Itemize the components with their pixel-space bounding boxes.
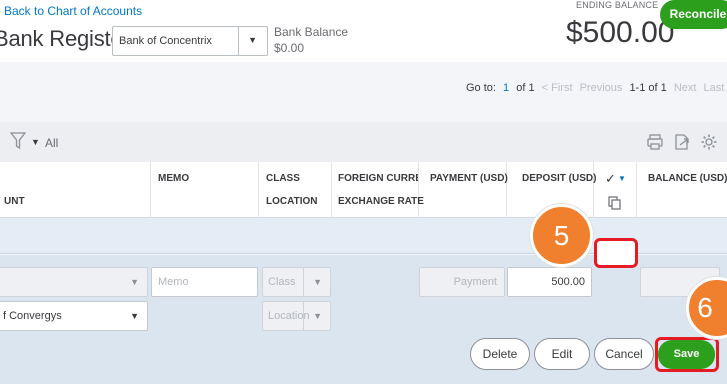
next-page-link[interactable]: Next [674, 82, 697, 94]
page-title: Bank Register [0, 26, 130, 51]
pager: Go to: 1 of 1 < First Previous 1-1 of 1 … [466, 82, 727, 94]
page-range: 1-1 of 1 [629, 82, 667, 94]
filter-caret-icon[interactable]: ▼ [31, 137, 40, 147]
payment-input[interactable]: Payment [419, 267, 505, 297]
gear-icon[interactable] [700, 133, 718, 151]
print-icon[interactable] [646, 133, 664, 151]
column-divider [258, 162, 259, 218]
reconcile-button[interactable]: Reconcile [660, 0, 727, 29]
ending-balance-value: $500.00 [566, 16, 675, 49]
step-badge: 5 [530, 204, 593, 267]
goto-label: Go to: [466, 82, 496, 94]
column-account[interactable]: UNT [4, 196, 25, 207]
deposit-value: 500.00 [551, 276, 585, 288]
back-to-chart-of-accounts-link[interactable]: Back to Chart of Accounts [4, 4, 142, 18]
payee-select[interactable]: f Convergys ▼ [0, 301, 148, 331]
select-divider [303, 268, 304, 296]
first-page-link[interactable]: < First [542, 82, 573, 94]
bank-balance-label: Bank Balance [274, 25, 349, 39]
last-page-link[interactable]: Last > [704, 82, 727, 94]
chevron-down-icon: ▼ [248, 35, 257, 45]
filter-value: All [45, 136, 59, 150]
column-class[interactable]: CLASS [266, 173, 300, 184]
column-exchange-rate[interactable]: EXCHANGE RATE [338, 196, 424, 207]
cleared-caret-icon[interactable]: ▼ [618, 174, 626, 183]
chevron-down-icon: ▼ [130, 311, 139, 321]
location-select[interactable]: Location ▼ [262, 301, 331, 331]
payee-value: f Convergys [3, 310, 62, 322]
chevron-down-icon: ▼ [130, 277, 139, 287]
column-balance[interactable]: BALANCE (USD) [648, 173, 727, 184]
goto-page-input[interactable]: 1 [503, 82, 509, 94]
chevron-down-icon: ▼ [313, 311, 322, 321]
page-of-label: of 1 [516, 82, 535, 94]
filter-icon[interactable] [10, 132, 26, 150]
class-placeholder: Class [268, 276, 296, 288]
previous-page-link[interactable]: Previous [580, 82, 623, 94]
copy-icon[interactable] [608, 196, 622, 210]
column-divider [506, 162, 507, 218]
ending-balance-label: ENDING BALANCE [576, 0, 659, 10]
column-divider [150, 162, 151, 218]
select-divider [238, 27, 239, 55]
account-field[interactable]: ▼ [0, 267, 148, 297]
column-divider [331, 162, 332, 218]
column-divider [593, 162, 594, 218]
delete-button[interactable]: Delete [470, 338, 530, 370]
column-divider [418, 162, 419, 218]
account-select-value: Bank of Concentrix [119, 35, 212, 47]
column-deposit[interactable]: DEPOSIT (USD) [522, 173, 596, 184]
column-foreign-currency[interactable]: FOREIGN CURRENC [338, 173, 418, 184]
register-toolbar [0, 122, 727, 162]
deposit-input[interactable]: 500.00 [507, 267, 592, 297]
chevron-down-icon: ▼ [313, 277, 322, 287]
column-cleared[interactable]: ✓ [605, 171, 616, 187]
column-location[interactable]: LOCATION [266, 196, 317, 207]
account-select[interactable]: Bank of Concentrix ▼ [112, 26, 268, 56]
class-select[interactable]: Class ▼ [262, 267, 331, 297]
cancel-button[interactable]: Cancel [594, 338, 654, 370]
column-memo[interactable]: MEMO [158, 173, 189, 184]
payment-placeholder: Payment [453, 276, 497, 288]
cleared-checkbox[interactable] [594, 238, 638, 268]
save-button[interactable]: Save [658, 340, 715, 369]
bank-balance-value: $0.00 [274, 41, 305, 55]
memo-placeholder: Memo [158, 276, 189, 288]
export-icon[interactable] [673, 133, 691, 151]
memo-input[interactable]: Memo [151, 267, 258, 297]
edit-button[interactable]: Edit [534, 338, 590, 370]
column-divider [636, 162, 637, 218]
column-payment[interactable]: PAYMENT (USD) [430, 173, 508, 184]
select-divider [303, 302, 304, 330]
